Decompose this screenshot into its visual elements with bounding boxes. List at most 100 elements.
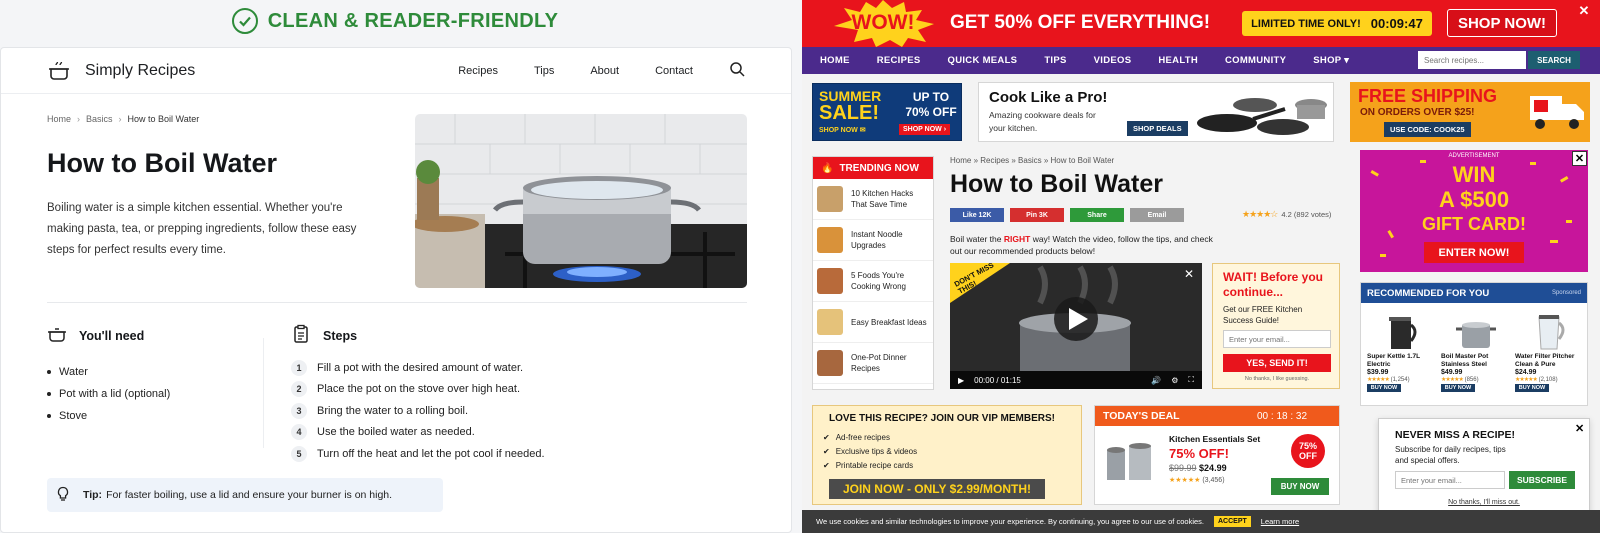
crumb-home[interactable]: Home <box>47 114 71 124</box>
cookware-ad[interactable]: Cook Like a Pro! Amazing cookware deals … <box>978 82 1334 142</box>
pinterest-pin-button[interactable]: Pin 3K <box>1010 208 1064 222</box>
enter-now-button[interactable]: ENTER NOW! <box>1424 242 1524 263</box>
join-now-button[interactable]: JOIN NOW - ONLY $2.99/MONTH! <box>829 479 1045 499</box>
nav-quick-meals[interactable]: QUICK MEALS <box>948 55 1018 66</box>
thumbnail <box>817 309 843 335</box>
close-icon[interactable]: ✕ <box>1575 422 1584 435</box>
crumb-basics[interactable]: Basics <box>86 114 113 124</box>
learn-more-link[interactable]: Learn more <box>1261 517 1299 526</box>
nav-health[interactable]: HEALTH <box>1158 55 1198 66</box>
thumbnail <box>817 350 843 376</box>
email-button[interactable]: Email <box>1130 208 1184 222</box>
steps-section: Steps 1 Fill a pot with the desired amoun… <box>291 324 741 465</box>
promo-code: USE CODE: COOK25 <box>1384 122 1471 137</box>
decline-link[interactable]: No thanks, I'll miss out. <box>1379 499 1589 506</box>
deal-countdown: 00 : 18 : 32 <box>1257 411 1308 422</box>
ad-label: ADVERTISEMENT <box>1448 153 1500 159</box>
gift-card-ad[interactable]: ADVERTISEMENT WIN A $500 GIFT CARD! ENTE… <box>1360 150 1588 272</box>
share-button[interactable]: Share <box>1070 208 1124 222</box>
email-field[interactable] <box>1223 330 1331 348</box>
ad-title: GIFT CARD! <box>1422 214 1526 234</box>
ad-shop-button[interactable]: SHOP NOW › <box>899 124 951 135</box>
brand-name[interactable]: Simply Recipes <box>85 62 195 80</box>
ad-text: UP TO 70% OFF <box>905 90 957 119</box>
popup-text: Subscribe for daily recipes, tips and sp… <box>1395 445 1506 465</box>
deal-rating: ★★★★★ (3,456) <box>1169 477 1225 484</box>
list-item: ✔ Ad-free recipes <box>823 432 890 442</box>
check-icon: ✔ <box>823 460 830 470</box>
buy-now-button[interactable]: BUY NOW <box>1271 478 1329 495</box>
product-card[interactable]: Boil Master Pot Stainless Steel $49.99 ★… <box>1441 307 1511 392</box>
pot-set-image <box>1107 443 1151 480</box>
ad-text: ON ORDERS OVER $25! <box>1360 107 1475 118</box>
free-shipping-ad[interactable]: FREE SHIPPING ON ORDERS OVER $25! USE CO… <box>1350 82 1590 142</box>
ad-text: SHOP NOW ✉ <box>819 127 866 134</box>
close-icon[interactable]: ✕ <box>1576 3 1592 19</box>
nav-home[interactable]: HOME <box>820 55 850 66</box>
nav-videos[interactable]: VIDEOS <box>1094 55 1132 66</box>
wow-text: WOW! <box>851 11 915 34</box>
search-icon[interactable] <box>729 61 745 80</box>
video-player[interactable]: DON'T MISS THIS! ✕ ▶ 00:00 / 01:15 🔊 ⚙ ⛶ <box>950 263 1202 389</box>
nav-contact[interactable]: Contact <box>655 65 693 77</box>
step-item: 1 Fill a pot with the desired amount of w… <box>291 357 741 379</box>
close-icon[interactable]: ✕ <box>1572 151 1587 166</box>
thumbnail <box>817 186 843 212</box>
search-button[interactable]: SEARCH <box>1528 51 1580 69</box>
thumbnail <box>817 268 843 294</box>
close-icon[interactable]: ✕ <box>1184 267 1194 281</box>
rating: ★★★★☆ 4.2 (892 votes) <box>1242 209 1332 219</box>
ad-text: Amazing cookware deals for your kitchen. <box>989 110 1096 133</box>
column-divider <box>263 338 264 448</box>
fullscreen-icon[interactable]: ⛶ <box>1188 375 1194 385</box>
search-input[interactable] <box>1418 51 1526 69</box>
thumbnail <box>817 227 843 253</box>
product-card[interactable]: Super Kettle 1.7L Electric $39.99 ★★★★★ … <box>1367 307 1437 392</box>
steps-heading: Steps <box>323 328 358 343</box>
buy-now-button[interactable]: BUY NOW <box>1367 384 1401 392</box>
step-item: 4 Use the boiled water as needed. <box>291 422 741 444</box>
nav-tips[interactable]: Tips <box>534 65 554 77</box>
send-button[interactable]: YES, SEND IT! <box>1223 354 1331 372</box>
decline-link[interactable]: No thanks, I like guessing. <box>1223 376 1331 382</box>
promo-banner: WOW! GET 50% OFF EVERYTHING! LIMITED TIM… <box>802 0 1600 47</box>
shop-now-button[interactable]: SHOP NOW! <box>1447 9 1557 37</box>
trending-item[interactable]: 10 Kitchen Hacks That Save Time <box>813 179 933 220</box>
trending-item[interactable]: Easy Breakfast Ideas <box>813 302 933 343</box>
sponsored-label: Sponsored <box>1551 290 1581 296</box>
product-card[interactable]: Water Filter Pitcher Clean & Pure $24.99… <box>1515 307 1585 392</box>
play-icon[interactable]: ▶ <box>958 376 964 385</box>
lightbulb-icon <box>55 486 83 505</box>
buy-now-button[interactable]: BUY NOW <box>1441 384 1475 392</box>
breadcrumb[interactable]: Home » Recipes » Basics » How to Boil Wa… <box>950 156 1114 165</box>
clean-nav-links: Recipes Tips About Contact <box>458 61 745 80</box>
boiling-pot-photo <box>415 114 747 288</box>
step-item: 2 Place the pot on the stove over high he… <box>291 379 741 401</box>
trending-sidebar: 🔥 TRENDING NOW 10 Kitchen Hacks That Sav… <box>812 156 934 390</box>
nav-shop[interactable]: SHOP ▾ <box>1313 55 1349 66</box>
trending-item[interactable]: One-Pot Dinner Recipes <box>813 343 933 384</box>
accept-cookies-button[interactable]: ACCEPT <box>1214 516 1251 527</box>
trending-item[interactable]: 5 Foods You're Cooking Wrong <box>813 261 933 302</box>
clipboard-icon <box>291 324 311 347</box>
gear-icon[interactable]: ⚙ <box>1171 376 1178 385</box>
trending-item[interactable]: Instant Noodle Upgrades <box>813 220 933 261</box>
video-controls: ▶ 00:00 / 01:15 🔊 ⚙ ⛶ <box>950 371 1202 389</box>
nav-community[interactable]: COMMUNITY <box>1225 55 1286 66</box>
nav-tips[interactable]: TIPS <box>1044 55 1066 66</box>
pot-image <box>1456 322 1496 348</box>
shop-deals-button[interactable]: SHOP DEALS <box>1127 121 1188 136</box>
facebook-like-button[interactable]: Like 12K <box>950 208 1004 222</box>
email-field[interactable] <box>1395 471 1505 489</box>
pitcher-image <box>1538 315 1565 350</box>
flame-icon: 🔥 <box>821 162 834 174</box>
nav-recipes[interactable]: Recipes <box>458 65 498 77</box>
nav-recipes[interactable]: RECIPES <box>877 55 921 66</box>
page-title: How to Boil Water <box>47 148 277 178</box>
buy-now-button[interactable]: BUY NOW <box>1515 384 1549 392</box>
kettle-image <box>1389 317 1417 349</box>
nav-about[interactable]: About <box>590 65 619 77</box>
summer-sale-ad[interactable]: SUMMER SALE! SHOP NOW ✉ UP TO 70% OFF SH… <box>812 83 962 141</box>
volume-icon[interactable]: 🔊 <box>1151 376 1161 385</box>
subscribe-button[interactable]: SUBSCRIBE <box>1509 471 1575 489</box>
